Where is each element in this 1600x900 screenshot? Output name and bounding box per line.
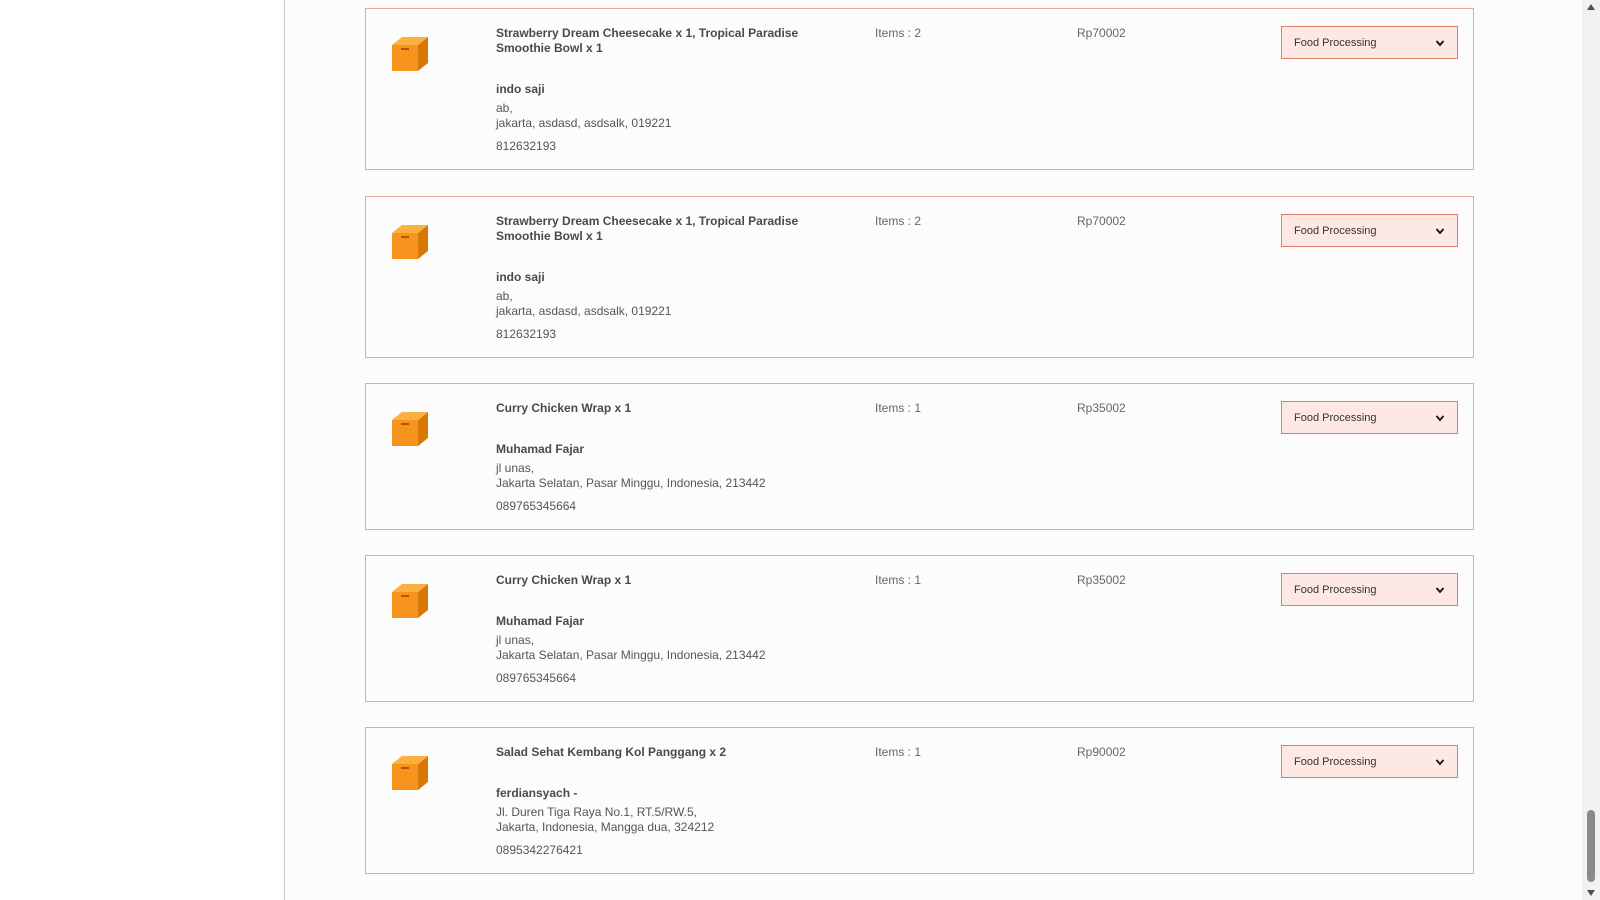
customer-name: indo saji	[496, 82, 545, 96]
customer-name: indo saji	[496, 270, 545, 284]
customer-phone: 089765345664	[496, 499, 577, 513]
status-select[interactable]: Food Processing	[1281, 573, 1458, 606]
chevron-down-icon	[1435, 227, 1445, 234]
customer-info: ferdiansyach - Jl. Duren Tiga Raya No.1,…	[496, 786, 714, 858]
order-card: Strawberry Dream Cheesecake x 1, Tropica…	[365, 8, 1474, 170]
customer-info: indo saji ab, jakarta, asdasd, asdsalk, …	[496, 82, 671, 154]
address-line: Jakarta Selatan, Pasar Minggu, Indonesia…	[496, 476, 766, 490]
status-select[interactable]: Food Processing	[1281, 26, 1458, 59]
order-products: Curry Chicken Wrap x 1	[496, 401, 632, 415]
sidebar	[0, 0, 285, 900]
status-select-value: Food Processing	[1294, 411, 1377, 424]
customer-phone: 0895342276421	[496, 843, 583, 857]
address-line: Jl. Duren Tiga Raya No.1, RT.5/RW.5,	[496, 805, 697, 819]
order-products: Curry Chicken Wrap x 1	[496, 573, 632, 587]
chevron-down-icon	[1435, 758, 1445, 765]
order-card: Curry Chicken Wrap x 1 Muhamad Fajar jl …	[365, 555, 1474, 702]
scroll-up-arrow-icon[interactable]	[1586, 3, 1596, 11]
parcel-box-icon	[388, 578, 430, 620]
items-count: Items : 2	[875, 214, 922, 228]
status-select-value: Food Processing	[1294, 755, 1377, 768]
order-products: Strawberry Dream Cheesecake x 1, Tropica…	[496, 214, 799, 243]
order-price: Rp70002	[1077, 26, 1126, 40]
items-count: Items : 1	[875, 401, 922, 415]
parcel-box-icon	[388, 219, 430, 261]
parcel-box-icon	[388, 31, 430, 73]
address-line: ab,	[496, 101, 513, 115]
address-line: jl unas,	[496, 461, 535, 475]
order-products: Strawberry Dream Cheesecake x 1, Tropica…	[496, 26, 799, 55]
order-price: Rp90002	[1077, 745, 1126, 759]
scroll-thumb[interactable]	[1587, 810, 1595, 882]
order-products: Salad Sehat Kembang Kol Panggang x 2	[496, 745, 727, 759]
items-count: Items : 1	[875, 573, 922, 587]
customer-phone: 812632193	[496, 139, 557, 153]
vertical-scrollbar[interactable]	[1582, 0, 1600, 900]
customer-info: Muhamad Fajar jl unas, Jakarta Selatan, …	[496, 614, 766, 686]
status-select[interactable]: Food Processing	[1281, 401, 1458, 434]
status-select-value: Food Processing	[1294, 583, 1377, 596]
order-price: Rp35002	[1077, 573, 1126, 587]
customer-info: indo saji ab, jakarta, asdasd, asdsalk, …	[496, 270, 671, 342]
address-line: Jakarta Selatan, Pasar Minggu, Indonesia…	[496, 648, 766, 662]
customer-name: ferdiansyach -	[496, 786, 578, 800]
scroll-down-arrow-icon[interactable]	[1586, 889, 1596, 897]
order-price: Rp70002	[1077, 214, 1126, 228]
status-select[interactable]: Food Processing	[1281, 214, 1458, 247]
address-line: jakarta, asdasd, asdsalk, 019221	[496, 116, 672, 130]
chevron-down-icon	[1435, 414, 1445, 421]
status-select[interactable]: Food Processing	[1281, 745, 1458, 778]
customer-info: Muhamad Fajar jl unas, Jakarta Selatan, …	[496, 442, 766, 514]
chevron-down-icon	[1435, 39, 1445, 46]
chevron-down-icon	[1435, 586, 1445, 593]
order-card: Curry Chicken Wrap x 1 Muhamad Fajar jl …	[365, 383, 1474, 530]
items-count: Items : 1	[875, 745, 922, 759]
status-select-value: Food Processing	[1294, 224, 1377, 237]
order-list: Strawberry Dream Cheesecake x 1, Tropica…	[285, 0, 1582, 900]
items-count: Items : 2	[875, 26, 922, 40]
customer-name: Muhamad Fajar	[496, 442, 585, 456]
address-line: jl unas,	[496, 633, 535, 647]
orders-main: Strawberry Dream Cheesecake x 1, Tropica…	[285, 0, 1582, 900]
status-select-value: Food Processing	[1294, 36, 1377, 49]
address-line: Jakarta, Indonesia, Mangga dua, 324212	[496, 820, 715, 834]
order-card: Salad Sehat Kembang Kol Panggang x 2 fer…	[365, 727, 1474, 874]
customer-phone: 812632193	[496, 327, 557, 341]
parcel-box-icon	[388, 750, 430, 792]
customer-name: Muhamad Fajar	[496, 614, 585, 628]
order-price: Rp35002	[1077, 401, 1126, 415]
order-card: Strawberry Dream Cheesecake x 1, Tropica…	[365, 196, 1474, 358]
address-line: jakarta, asdasd, asdsalk, 019221	[496, 304, 672, 318]
customer-phone: 089765345664	[496, 671, 577, 685]
parcel-box-icon	[388, 406, 430, 448]
address-line: ab,	[496, 289, 513, 303]
